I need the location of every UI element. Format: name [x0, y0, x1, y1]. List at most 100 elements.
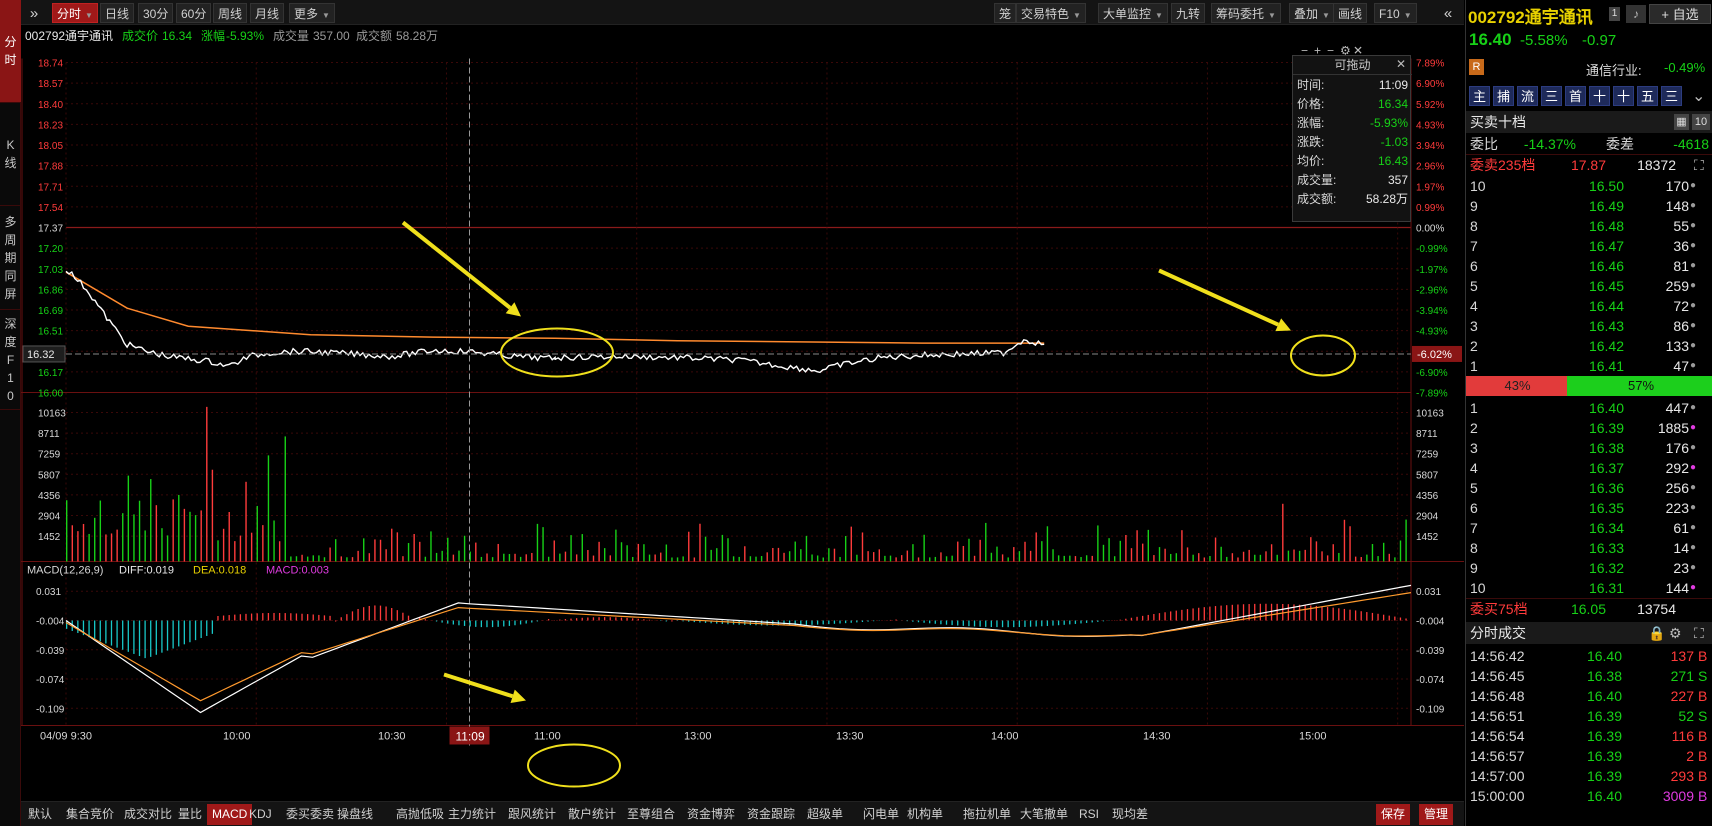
indicator-tab-0[interactable]: 默认 [23, 804, 57, 825]
quick-button-2[interactable]: 流 [1517, 86, 1538, 106]
book-size-button[interactable]: 10 [1692, 114, 1710, 130]
tooltip-key: 时间: [1297, 78, 1325, 92]
quick-button-1[interactable]: 捕 [1493, 86, 1514, 106]
settings-icon[interactable]: ⚙ [1669, 622, 1682, 644]
toolbar-item-5[interactable]: 叠加 ▼ [1289, 3, 1335, 23]
indicator-tab-19[interactable]: 大笔撤单 [1015, 804, 1073, 825]
bell-icon[interactable]: ♪ [1626, 5, 1646, 23]
lock-icon[interactable]: 🔒 [1648, 622, 1665, 644]
toolbar-item-0[interactable]: 笼 [994, 3, 1017, 23]
ask-level-row[interactable]: 10 16.50 170 ● [1466, 176, 1712, 196]
crosshair-tooltip[interactable]: 可拖动 ✕ 时间: 11:09 价格: 16.34 涨幅: -5.93% 涨跌: -1.03 均… [1292, 55, 1412, 222]
period-tab-3[interactable]: 60分 [176, 3, 212, 23]
volume-tick-right: 5807 [1416, 470, 1439, 481]
indicator-tab-8[interactable]: 高抛低吸 [391, 804, 449, 825]
volume-bar [1220, 546, 1222, 562]
view-tab-char: 多 [4, 214, 17, 229]
bid-level-num: 9 [1470, 560, 1478, 576]
macd-bar [1170, 611, 1172, 621]
expand-panel-icon[interactable]: » [23, 3, 45, 23]
quick-button-4[interactable]: 首 [1565, 86, 1586, 106]
ask-level-row[interactable]: 8 16.48 55 ● [1466, 216, 1712, 236]
view-tab-char: 时 [4, 53, 17, 67]
indicator-tab-3[interactable]: 量比 [173, 804, 207, 825]
indicator-tab-5[interactable]: KDJ [244, 804, 277, 825]
ask-level-row[interactable]: 2 16.42 133 ● [1466, 336, 1712, 356]
book-grid-icon[interactable]: ▦ [1674, 114, 1689, 130]
chevron-down-icon[interactable]: ⌄ [1692, 86, 1705, 106]
view-tab-depth[interactable]: 深度F 1 0 [0, 310, 21, 410]
quick-button-0[interactable]: 主 [1469, 86, 1490, 106]
toolbar-item-7[interactable]: F10 ▼ [1374, 3, 1417, 23]
intraday-chart[interactable]: 18.74 7.89% 18.57 6.90% 18.40 5.92% 18.23 4.93%… [21, 46, 1464, 826]
ask-level-row[interactable]: 4 16.44 72 ● [1466, 296, 1712, 316]
indicator-tab-15[interactable]: 超级单 [802, 804, 848, 825]
view-tab-fenshi[interactable]: 分时 [0, 0, 21, 103]
macd-bar [816, 620, 819, 625]
volume-bar [1181, 530, 1183, 562]
indicator-tab-2[interactable]: 成交对比 [119, 804, 177, 825]
add-watchlist-button[interactable]: + 自选 [1649, 4, 1711, 24]
indicator-tab-16[interactable]: 闪电单 [858, 804, 904, 825]
quick-button-7[interactable]: 五 [1637, 86, 1658, 106]
tooltip-title[interactable]: 可拖动 [1293, 56, 1412, 75]
period-tab-5[interactable]: 月线 [250, 3, 285, 23]
period-tab-4[interactable]: 周线 [213, 3, 248, 23]
expand-trades-icon[interactable]: ⛶ [1694, 622, 1704, 644]
indicator-tab-9[interactable]: 主力统计 [443, 804, 501, 825]
indicator-tab-13[interactable]: 资金博弈 [682, 804, 740, 825]
bid-level-row[interactable]: 7 16.34 61 ● [1466, 518, 1712, 538]
quick-button-8[interactable]: 三 [1661, 86, 1682, 106]
manage-button[interactable]: 管理 [1419, 804, 1454, 825]
volume-bar [284, 436, 286, 562]
dot-icon: ● [1690, 402, 1697, 413]
bid-level-row[interactable]: 8 16.33 14 ● [1466, 538, 1712, 558]
view-tab-kline[interactable]: K线 [0, 103, 21, 206]
indicator-tab-14[interactable]: 资金跟踪 [742, 804, 800, 825]
indicator-tab-10[interactable]: 跟风统计 [503, 804, 561, 825]
indicator-tab-21[interactable]: 现均差 [1107, 804, 1153, 825]
indicator-tab-7[interactable]: 操盘线 [332, 804, 378, 825]
tooltip-close-icon[interactable]: ✕ [1396, 57, 1406, 71]
more-menu[interactable]: 更多 ▼ [289, 3, 335, 23]
ask-level-row[interactable]: 1 16.41 47 ● [1466, 356, 1712, 376]
bid-level-row[interactable]: 5 16.36 256 ● [1466, 478, 1712, 498]
bid-level-row[interactable]: 1 16.40 447 ● [1466, 398, 1712, 418]
toolbar-item-2[interactable]: 大单监控 ▼ [1098, 3, 1168, 23]
indicator-tab-11[interactable]: 散户统计 [563, 804, 621, 825]
collapse-panel-icon[interactable]: « [1437, 3, 1459, 23]
ask-level-row[interactable]: 7 16.47 36 ● [1466, 236, 1712, 256]
industry-label[interactable]: 通信行业: [1586, 60, 1642, 79]
bid-level-row[interactable]: 9 16.32 23 ● [1466, 558, 1712, 578]
toolbar-item-4[interactable]: 筹码委托 ▼ [1211, 3, 1281, 23]
indicator-tab-17[interactable]: 机构单 [902, 804, 948, 825]
ask-level-row[interactable]: 3 16.43 86 ● [1466, 316, 1712, 336]
indicator-tab-20[interactable]: RSI [1074, 804, 1104, 825]
indicator-tab-12[interactable]: 至尊组合 [622, 804, 680, 825]
indicator-tab-18[interactable]: 拖拉机单 [958, 804, 1016, 825]
quick-button-6[interactable]: 十 [1613, 86, 1634, 106]
toolbar-item-6[interactable]: 画线 [1333, 3, 1368, 23]
ask-level-row[interactable]: 5 16.45 259 ● [1466, 276, 1712, 296]
toolbar-item-3[interactable]: 九转 [1171, 3, 1206, 23]
quick-button-3[interactable]: 三 [1541, 86, 1562, 106]
bid-level-row[interactable]: 4 16.37 292 ● [1466, 458, 1712, 478]
period-tab-0[interactable]: 分时 ▼ [52, 3, 98, 23]
expand-icon[interactable]: ⛶ [1694, 155, 1704, 175]
period-tab-1[interactable]: 日线 [100, 3, 135, 23]
ask-level-row[interactable]: 9 16.49 148 ● [1466, 196, 1712, 216]
save-button[interactable]: 保存 [1376, 804, 1411, 825]
period-tab-2[interactable]: 30分 [138, 3, 174, 23]
view-tab-multi[interactable]: 多周期同屏 [0, 206, 21, 310]
quick-button-5[interactable]: 十 [1589, 86, 1610, 106]
ask-level-row[interactable]: 6 16.46 81 ● [1466, 256, 1712, 276]
ask-total-row[interactable]: 委卖235档 17.87 18372 ⛶ [1466, 154, 1712, 174]
bid-level-row[interactable]: 6 16.35 223 ● [1466, 498, 1712, 518]
bid-level-row[interactable]: 3 16.38 176 ● [1466, 438, 1712, 458]
indicator-tab-1[interactable]: 集合竞价 [61, 804, 119, 825]
bid-total-row[interactable]: 委买75档 16.05 13754 [1466, 598, 1712, 618]
toolbar-item-1[interactable]: 交易特色 ▼ [1016, 3, 1086, 23]
indicator-tab-6[interactable]: 委买委卖 [281, 804, 339, 825]
bid-level-row[interactable]: 2 16.39 1885 ● [1466, 418, 1712, 438]
bid-level-row[interactable]: 10 16.31 144 ● [1466, 578, 1712, 598]
